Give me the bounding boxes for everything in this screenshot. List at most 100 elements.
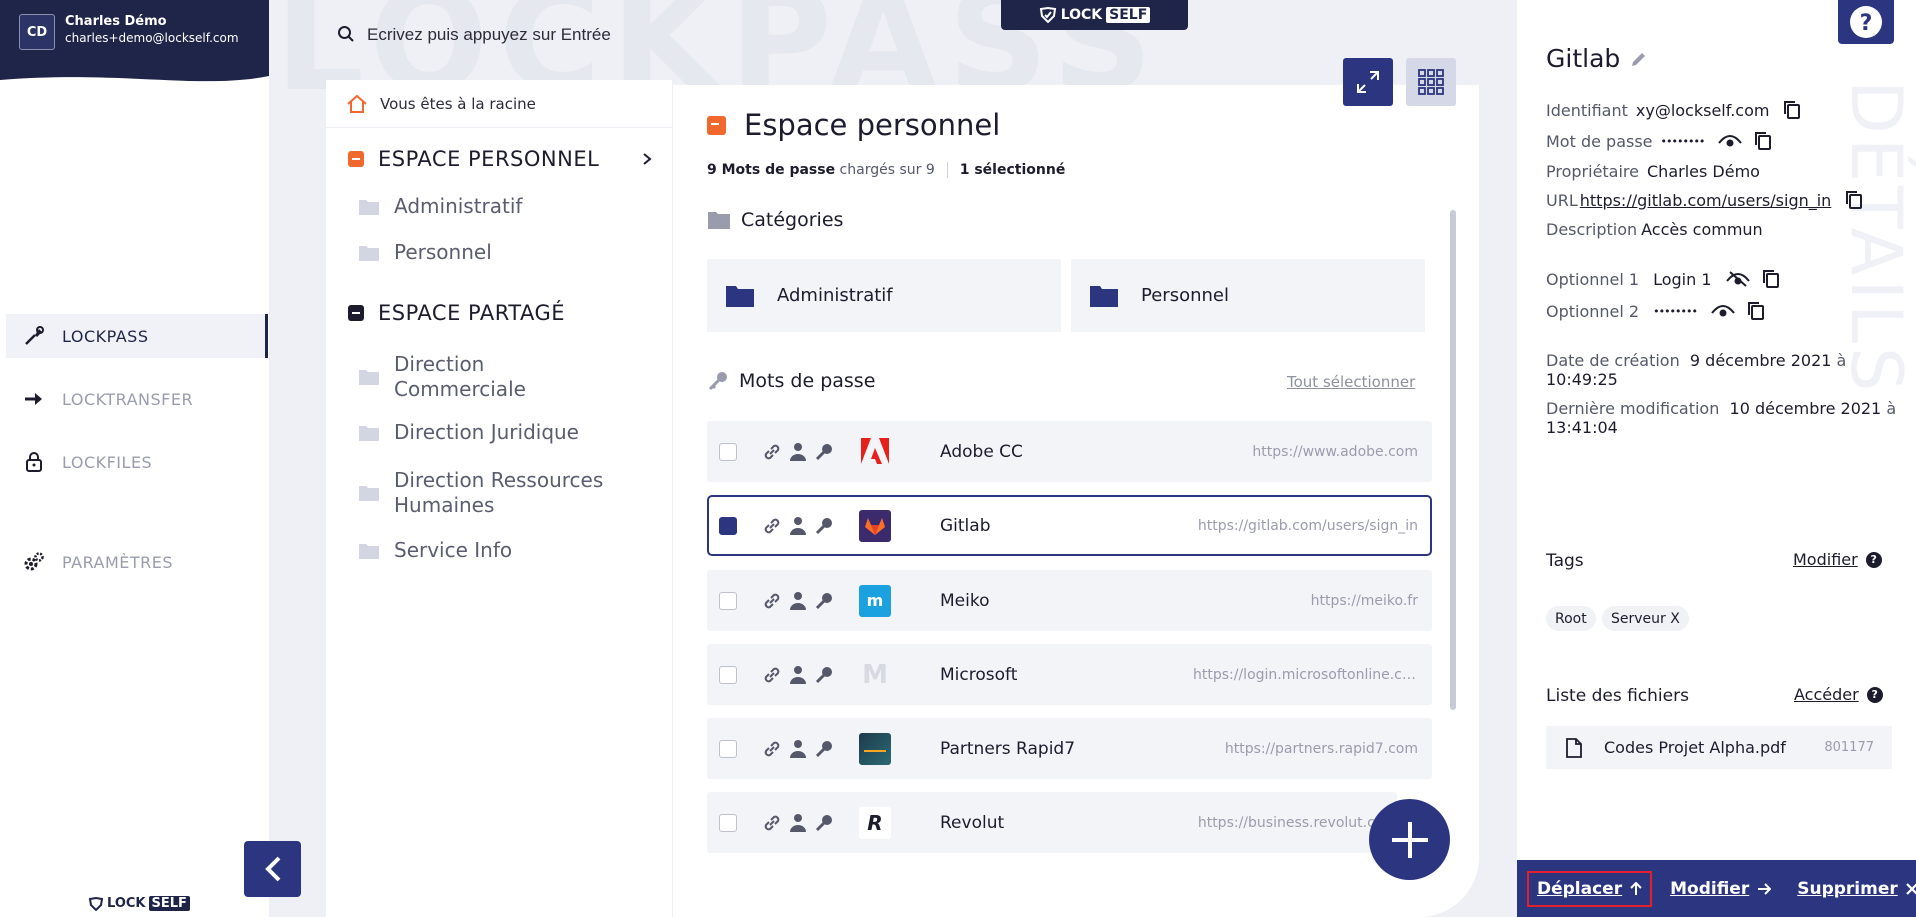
collapse-sidebar-button[interactable] bbox=[244, 841, 301, 897]
list-scrollbar[interactable] bbox=[1450, 210, 1456, 710]
key-icon[interactable] bbox=[814, 516, 834, 536]
grid-view-button[interactable] bbox=[1406, 58, 1456, 106]
link-icon[interactable] bbox=[762, 442, 782, 462]
row-checkbox[interactable] bbox=[719, 813, 737, 832]
user-header[interactable]: CD Charles Démo charles+demo@lockself.co… bbox=[0, 0, 269, 72]
copy-icon[interactable] bbox=[1845, 190, 1863, 210]
grid-icon bbox=[1418, 69, 1444, 95]
category-card-personnel[interactable]: Personnel bbox=[1071, 259, 1425, 332]
help-icon[interactable]: ? bbox=[1865, 551, 1882, 568]
folder-item-direction-rh[interactable]: Direction Ressources Humaines bbox=[358, 468, 638, 518]
user-icon[interactable] bbox=[789, 442, 807, 462]
row-checkbox[interactable] bbox=[719, 516, 737, 535]
link-icon[interactable] bbox=[762, 516, 782, 536]
avatar[interactable]: CD bbox=[19, 14, 55, 50]
top-brand-logo: LOCK SELF bbox=[1001, 0, 1188, 30]
category-card-administratif[interactable]: Administratif bbox=[707, 259, 1061, 332]
key-icon[interactable] bbox=[814, 442, 834, 462]
key-icon[interactable] bbox=[814, 739, 834, 759]
detail-password-row: Mot de passe •••••••• bbox=[1546, 131, 1772, 151]
add-password-button[interactable] bbox=[1369, 799, 1450, 880]
user-icon[interactable] bbox=[789, 739, 807, 759]
row-checkbox[interactable] bbox=[719, 591, 737, 610]
password-row-microsoft[interactable]: M Microsoft https://login.microsoftonlin… bbox=[707, 644, 1432, 705]
row-action-icons bbox=[762, 813, 834, 833]
help-button[interactable]: ? bbox=[1838, 0, 1894, 44]
count-rest: chargés sur 9 bbox=[839, 162, 935, 178]
key-icon[interactable] bbox=[814, 591, 834, 611]
identifier-label: Identifiant bbox=[1546, 100, 1628, 120]
tags-edit-link[interactable]: Modifier ? bbox=[1793, 550, 1882, 569]
folder-icon bbox=[359, 543, 379, 559]
lockself-shield-icon bbox=[88, 896, 104, 911]
details-watermark: DÉTAILS bbox=[1835, 80, 1916, 396]
eye-icon[interactable] bbox=[1711, 303, 1735, 319]
user-icon[interactable] bbox=[789, 591, 807, 611]
edit-pencil-icon[interactable] bbox=[1630, 50, 1648, 68]
expand-button[interactable] bbox=[1343, 58, 1393, 106]
copy-icon[interactable] bbox=[1747, 301, 1765, 321]
password-row-rapid7[interactable]: Partners Rapid7 https://partners.rapid7.… bbox=[707, 718, 1432, 779]
space-shared-header[interactable]: ESPACE PARTAGÉ bbox=[326, 301, 565, 325]
user-icon[interactable] bbox=[789, 813, 807, 833]
key-icon[interactable] bbox=[814, 665, 834, 685]
search-icon bbox=[338, 26, 354, 42]
password-row-revolut[interactable]: R Revolut https://business.revolut.com bbox=[707, 792, 1397, 853]
folder-item-direction-commerciale[interactable]: Direction Commerciale bbox=[358, 352, 618, 402]
files-access-label: Accéder bbox=[1794, 685, 1859, 704]
row-action-icons bbox=[762, 442, 834, 462]
user-icon[interactable] bbox=[789, 665, 807, 685]
tag-chip[interactable]: Serveur X bbox=[1602, 606, 1689, 631]
nav-item-locktransfer[interactable]: LOCKTRANSFER bbox=[6, 377, 268, 421]
tags-heading: Tags bbox=[1546, 551, 1584, 571]
help-icon[interactable]: ? bbox=[1866, 686, 1883, 703]
expand-arrows-icon bbox=[1357, 71, 1379, 93]
files-heading: Liste des fichiers bbox=[1546, 686, 1689, 706]
url-link[interactable]: https://gitlab.com/users/sign_in bbox=[1580, 191, 1832, 210]
password-row-gitlab[interactable]: Gitlab https://gitlab.com/users/sign_in bbox=[707, 495, 1432, 556]
folder-item-personnel[interactable]: Personnel bbox=[358, 240, 492, 265]
copy-icon[interactable] bbox=[1754, 131, 1772, 151]
file-row[interactable]: Codes Projet Alpha.pdf 801177 bbox=[1546, 726, 1892, 769]
folder-icon bbox=[359, 370, 379, 385]
chevron-right-icon[interactable] bbox=[642, 152, 652, 166]
password-row-meiko[interactable]: m Meiko https://meiko.fr bbox=[707, 570, 1432, 631]
folder-item-service-info[interactable]: Service Info bbox=[358, 538, 512, 563]
link-icon[interactable] bbox=[762, 813, 782, 833]
space-personal-header[interactable]: ESPACE PERSONNEL bbox=[326, 147, 672, 171]
delete-button[interactable]: Supprimer bbox=[1789, 873, 1916, 905]
row-checkbox[interactable] bbox=[719, 665, 737, 684]
eye-icon[interactable] bbox=[1718, 133, 1743, 149]
files-access-link[interactable]: Accéder ? bbox=[1794, 685, 1883, 704]
tag-chip[interactable]: Root bbox=[1546, 606, 1596, 631]
nav-item-lockpass[interactable]: LOCKPASS bbox=[6, 314, 268, 358]
row-checkbox[interactable] bbox=[719, 442, 737, 461]
folder-item-administratif[interactable]: Administratif bbox=[358, 194, 522, 219]
selected-count: 1 sélectionné bbox=[959, 162, 1066, 178]
row-checkbox[interactable] bbox=[719, 739, 737, 758]
link-icon[interactable] bbox=[762, 665, 782, 685]
nav-item-parametres[interactable]: PARAMÈTRES bbox=[6, 540, 268, 584]
eye-slash-icon[interactable] bbox=[1725, 270, 1750, 288]
breadcrumb[interactable]: Vous êtes à la racine bbox=[326, 80, 672, 128]
tags-edit-label: Modifier bbox=[1793, 550, 1858, 569]
copy-icon[interactable] bbox=[1783, 100, 1801, 120]
search-input[interactable] bbox=[367, 22, 687, 48]
folder-label: Administratif bbox=[394, 194, 523, 218]
nav-item-lockfiles[interactable]: LOCKFILES bbox=[6, 440, 268, 484]
password-row-adobe[interactable]: Adobe CC https://www.adobe.com bbox=[707, 421, 1432, 482]
user-icon[interactable] bbox=[789, 516, 807, 536]
folder-item-direction-juridique[interactable]: Direction Juridique bbox=[358, 420, 579, 445]
folder-icon bbox=[1090, 285, 1118, 307]
edit-button[interactable]: Modifier bbox=[1662, 873, 1779, 905]
password-name: Meiko bbox=[940, 590, 990, 611]
page-title-text: Espace personnel bbox=[744, 108, 1001, 142]
shared-space-badge-icon bbox=[348, 305, 364, 321]
move-button[interactable]: Déplacer bbox=[1527, 870, 1653, 907]
link-icon[interactable] bbox=[762, 591, 782, 611]
password-label: Mot de passe bbox=[1546, 131, 1653, 151]
key-icon[interactable] bbox=[814, 813, 834, 833]
link-icon[interactable] bbox=[762, 739, 782, 759]
copy-icon[interactable] bbox=[1762, 269, 1780, 289]
select-all-link[interactable]: Tout sélectionner bbox=[1287, 373, 1415, 391]
